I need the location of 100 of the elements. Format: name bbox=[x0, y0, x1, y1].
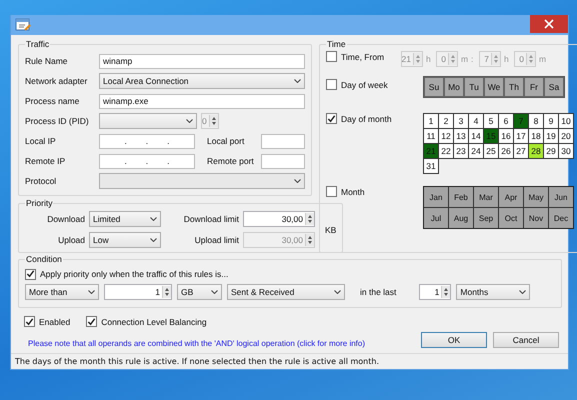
day-cell[interactable]: 17 bbox=[514, 129, 528, 143]
dialog-button[interactable]: Cancel bbox=[493, 332, 559, 348]
checkbox[interactable] bbox=[24, 316, 35, 327]
spin-arrows-icon bbox=[162, 286, 171, 298]
number-spinner[interactable]: 1 bbox=[104, 284, 172, 300]
unit-label: KB bbox=[324, 224, 336, 234]
day-cell[interactable]: 4 bbox=[469, 114, 483, 128]
day-cell[interactable]: 8 bbox=[529, 114, 543, 128]
weekday-cell[interactable]: Fr bbox=[524, 77, 544, 97]
day-cell[interactable]: 1 bbox=[424, 114, 438, 128]
checkbox[interactable] bbox=[326, 79, 337, 90]
month-cell[interactable]: Mar bbox=[474, 187, 498, 207]
port-field[interactable] bbox=[261, 154, 305, 168]
field-label: Upload limit bbox=[194, 235, 239, 245]
checkbox[interactable] bbox=[326, 51, 337, 62]
dropdown[interactable]: Limited bbox=[89, 211, 161, 227]
checkbox-label: Time, From bbox=[341, 51, 386, 62]
close-button[interactable] bbox=[530, 15, 568, 33]
month-cell[interactable]: Feb bbox=[449, 187, 473, 207]
text-field[interactable]: winamp bbox=[99, 54, 305, 68]
unit-label: m bbox=[539, 54, 546, 64]
text-field[interactable]: winamp.exe bbox=[99, 94, 305, 108]
chevron-down-icon bbox=[88, 290, 95, 294]
checkbox-label: Day of week bbox=[341, 79, 389, 90]
unit-label: m bbox=[461, 54, 468, 64]
dropdown[interactable]: GB bbox=[177, 284, 222, 300]
chevron-down-icon bbox=[150, 238, 157, 242]
day-cell[interactable]: 5 bbox=[484, 114, 498, 128]
field-label: Rule Name bbox=[25, 56, 69, 66]
day-cell[interactable]: 12 bbox=[439, 129, 453, 143]
day-cell[interactable]: 3 bbox=[454, 114, 468, 128]
field-label: Upload bbox=[57, 235, 85, 245]
field-label: in the last bbox=[360, 287, 396, 297]
field-label: Network adapter bbox=[25, 76, 88, 86]
weekday-cell[interactable]: We bbox=[484, 77, 504, 97]
dialog-button[interactable]: OK bbox=[421, 332, 487, 348]
ip-address-field[interactable]: . . . bbox=[99, 134, 195, 148]
field-label: Protocol bbox=[25, 176, 58, 186]
group-title: Priority bbox=[25, 198, 54, 208]
day-cell[interactable]: 24 bbox=[469, 144, 483, 158]
spin-arrows-icon bbox=[491, 53, 500, 65]
day-cell[interactable]: 28 bbox=[529, 144, 543, 158]
port-field[interactable] bbox=[261, 134, 305, 148]
day-cell[interactable]: 16 bbox=[499, 129, 513, 143]
weekday-cell[interactable]: Tu bbox=[464, 77, 484, 97]
checkbox[interactable] bbox=[86, 316, 98, 327]
month-cell[interactable]: Apr bbox=[499, 187, 523, 207]
number-spinner[interactable]: 1 bbox=[419, 284, 452, 300]
month-cell[interactable]: Nov bbox=[524, 208, 548, 228]
month-cell[interactable]: Aug bbox=[449, 208, 473, 228]
checkbox-label: Connection Level Balancing bbox=[101, 316, 207, 326]
month-cell[interactable]: May bbox=[524, 187, 548, 207]
day-cell[interactable]: 27 bbox=[514, 144, 528, 158]
number-spinner[interactable]: 30,00 bbox=[243, 211, 315, 227]
dropdown[interactable]: Low bbox=[89, 232, 161, 248]
day-cell[interactable]: 29 bbox=[544, 144, 558, 158]
info-link[interactable]: Please note that all operands are combined with the 'AND' logical operation (click for more info) bbox=[28, 339, 366, 348]
checkbox[interactable] bbox=[25, 268, 36, 280]
dropdown[interactable]: More than bbox=[25, 284, 99, 300]
day-cell[interactable]: 18 bbox=[529, 129, 543, 143]
ip-address-field[interactable]: . . . bbox=[99, 154, 195, 168]
day-cell[interactable]: 14 bbox=[469, 129, 483, 143]
day-cell[interactable]: 31 bbox=[424, 159, 438, 173]
app-icon bbox=[15, 18, 31, 32]
weekday-cell[interactable]: Sa bbox=[544, 77, 564, 97]
day-cell[interactable]: 23 bbox=[454, 144, 468, 158]
day-cell[interactable]: 9 bbox=[544, 114, 558, 128]
day-cell[interactable]: 22 bbox=[439, 144, 453, 158]
spin-arrows-icon bbox=[208, 115, 218, 127]
day-cell[interactable]: 26 bbox=[499, 144, 513, 158]
weekday-cell[interactable]: Su bbox=[424, 77, 444, 97]
weekday-cell[interactable]: Mo bbox=[444, 77, 464, 97]
day-cell[interactable]: 11 bbox=[424, 129, 438, 143]
month-cell[interactable]: Dec bbox=[549, 208, 573, 228]
month-cell[interactable]: Jun bbox=[549, 187, 573, 207]
day-cell[interactable]: 6 bbox=[499, 114, 513, 128]
spin-arrows-icon bbox=[413, 53, 422, 65]
field-label: Remote port bbox=[207, 156, 255, 166]
dropdown[interactable]: Local Area Connection bbox=[99, 73, 305, 89]
group-title: Traffic bbox=[25, 39, 50, 49]
month-cell[interactable]: Oct bbox=[499, 208, 523, 228]
checkbox[interactable] bbox=[326, 186, 337, 197]
field-label: Process ID (PID) bbox=[25, 116, 90, 126]
checkbox[interactable] bbox=[326, 113, 337, 124]
day-cell[interactable]: 10 bbox=[559, 114, 573, 128]
day-cell[interactable]: 30 bbox=[559, 144, 573, 158]
spin-arrows-icon bbox=[305, 213, 314, 225]
month-cell[interactable]: Jan bbox=[424, 187, 448, 207]
weekday-cell[interactable]: Th bbox=[504, 77, 524, 97]
day-cell[interactable]: 13 bbox=[454, 129, 468, 143]
day-cell[interactable]: 20 bbox=[559, 129, 573, 143]
month-cell[interactable]: Jul bbox=[424, 208, 448, 228]
chevron-down-icon bbox=[294, 179, 301, 183]
day-cell[interactable]: 19 bbox=[544, 129, 558, 143]
month-cell[interactable]: Sep bbox=[474, 208, 498, 228]
dropdown[interactable]: Months bbox=[456, 284, 530, 300]
day-cell[interactable]: 2 bbox=[439, 114, 453, 128]
time-separator: : bbox=[471, 54, 474, 64]
day-cell[interactable]: 25 bbox=[484, 144, 498, 158]
dropdown[interactable]: Sent & Received bbox=[227, 284, 345, 300]
